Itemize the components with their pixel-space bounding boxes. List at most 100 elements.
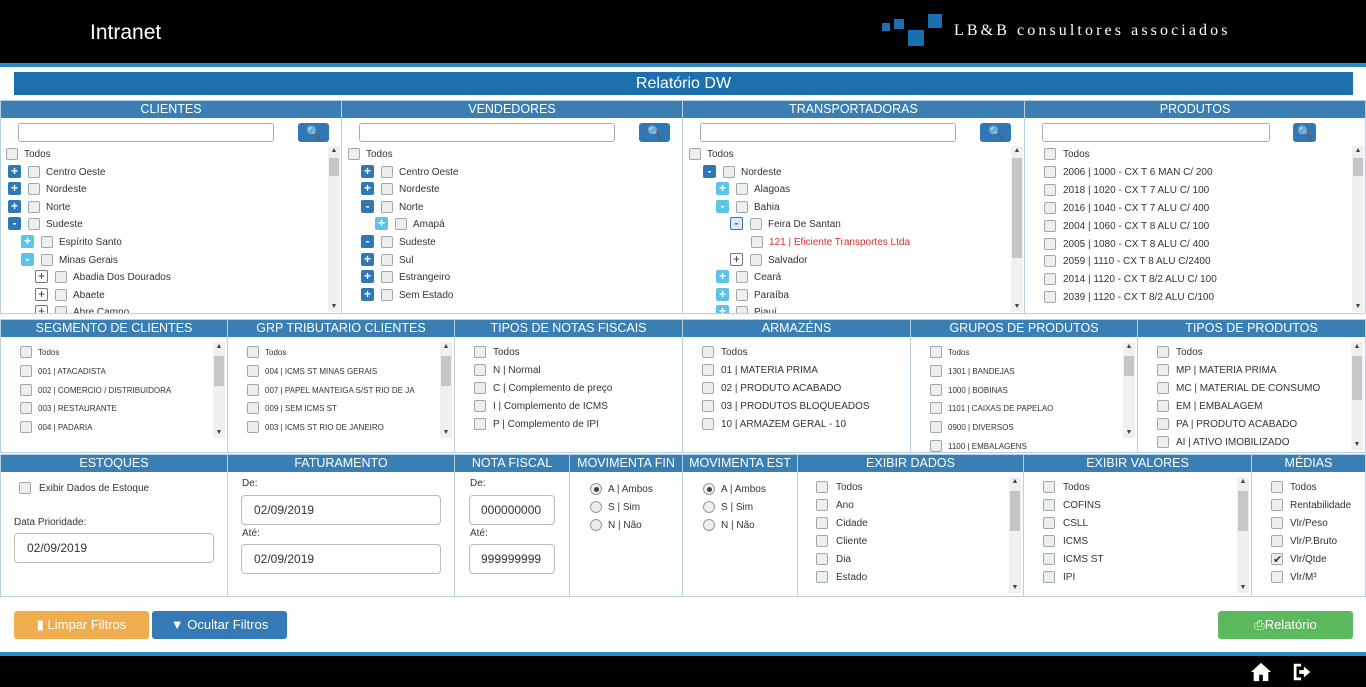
grp_tributario-list-item[interactable]: 007 | PAPEL MANTEIGA S/ST RIO DE JA [247, 382, 447, 400]
vendedores-tree-item[interactable]: + Estrangeiro [342, 269, 662, 287]
tipos_notas-checkbox[interactable] [474, 399, 486, 412]
movimenta_fin-radio-option[interactable]: S | Sim [590, 499, 680, 517]
armazens-checkbox[interactable] [702, 381, 714, 394]
medias-checkbox[interactable] [1271, 551, 1283, 569]
exibir_dados-list-item[interactable]: Cliente [816, 533, 1016, 551]
relatorio-button[interactable]: ⎙Relatório [1218, 611, 1353, 639]
exibir_valores-checkbox[interactable] [1043, 481, 1055, 493]
armazens-list-item[interactable]: 02 | PRODUTO ACABADO [702, 380, 902, 398]
produtos-list-item[interactable]: 2059 | 1110 - CX T 8 ALU C/2400 [1044, 253, 1244, 271]
expand-icon[interactable]: + [361, 164, 374, 178]
clientes-checkbox[interactable] [41, 253, 53, 266]
exibir_valores-checkbox[interactable] [1043, 534, 1055, 547]
faturamento-ate-input[interactable]: 02/09/2019 [241, 544, 441, 574]
grupos_produtos-checkbox[interactable] [930, 421, 942, 434]
grp_tributario-checkbox[interactable] [247, 421, 259, 434]
exibir_dados-checkbox[interactable] [816, 516, 828, 529]
movimenta_fin-radio-option[interactable]: A | Ambos [590, 481, 680, 499]
grupos_produtos-list-item[interactable]: 1101 | CAIXAS DE PAPELAO [930, 400, 1130, 418]
produtos-list-item[interactable]: 2005 | 1080 - CX T 8 ALU C/ 400 [1044, 236, 1244, 254]
expand-icon[interactable]: + [716, 305, 729, 313]
movimenta_fin-radio[interactable] [590, 483, 602, 495]
produtos-checkbox[interactable] [1044, 165, 1056, 178]
produtos-checkbox[interactable] [1044, 183, 1056, 196]
grp_tributario-list-item[interactable]: 004 | ICMS ST MINAS GERAIS [247, 363, 447, 381]
vendedores-search-input[interactable] [359, 123, 615, 142]
clientes-tree-item[interactable]: + Espírito Santo [1, 234, 321, 252]
medias-list-item[interactable]: Vlr/Qtde [1271, 551, 1365, 569]
transportadoras-checkbox[interactable] [736, 271, 748, 284]
clientes-tree-item[interactable]: + Abaete [1, 287, 321, 305]
tipos_produtos-checkbox[interactable] [1157, 346, 1169, 358]
movimenta_est-radio-option[interactable]: A | Ambos [703, 481, 793, 499]
clientes-checkbox[interactable] [55, 271, 67, 284]
exibir_dados-list-item[interactable]: Dia [816, 551, 1016, 569]
exibir_dados-checkbox[interactable] [816, 534, 828, 547]
clientes-tree-item[interactable]: + Abre Campo [1, 304, 321, 313]
clientes-tree-item[interactable]: + Abadia Dos Dourados [1, 269, 321, 287]
transportadoras-tree-item[interactable]: - Bahia [683, 199, 1003, 217]
vendedores-tree-item[interactable]: + Sul [342, 252, 662, 270]
grupos_produtos-checkbox[interactable] [930, 383, 942, 396]
armazens-checkbox[interactable] [702, 417, 714, 430]
expand-icon[interactable]: + [8, 164, 21, 178]
tipos_notas-list-item[interactable]: Todos [474, 344, 674, 362]
medias-list-item[interactable]: Vlr/Peso [1271, 515, 1365, 533]
clientes-checkbox[interactable] [55, 306, 67, 313]
clientes-search-input[interactable] [18, 123, 274, 142]
clientes-tree-item[interactable]: + Nordeste [1, 181, 321, 199]
grupos_produtos-list-item[interactable]: 1301 | BANDEJAS [930, 363, 1130, 381]
produtos-list-item[interactable]: 2006 | 1000 - CX T 6 MAN C/ 200 [1044, 164, 1244, 182]
tipos_produtos-list-item[interactable]: MP | MATERIA PRIMA [1157, 362, 1357, 380]
vendedores-checkbox[interactable] [381, 200, 393, 213]
vendedores-checkbox[interactable] [348, 148, 360, 160]
tipos_produtos-list-item[interactable]: PA | PRODUTO ACABADO [1157, 416, 1357, 434]
expand-icon[interactable]: + [35, 287, 48, 301]
medias-list-item[interactable]: Vlr/M³ [1271, 569, 1365, 587]
exibir_dados-list-item[interactable]: Estado [816, 569, 1016, 587]
movimenta_est-radio-option[interactable]: N | Não [703, 517, 793, 535]
movimenta_est-radio[interactable] [703, 483, 715, 495]
transportadoras-tree-item[interactable]: Todos [683, 146, 1003, 164]
grp_tributario-list-item[interactable]: 009 | SEM ICMS ST [247, 400, 447, 418]
transportadoras-checkbox[interactable] [736, 183, 748, 196]
segmento-checkbox[interactable] [20, 346, 32, 358]
movimenta_est-radio[interactable] [703, 501, 715, 513]
exibir-valores-scrollbar[interactable]: ▲ ▼ [1237, 477, 1249, 593]
exibir_valores-list-item[interactable]: COFINS [1043, 497, 1243, 515]
expand-icon[interactable]: + [8, 182, 21, 196]
transportadoras-checkbox[interactable] [736, 288, 748, 301]
armazens-list-item[interactable]: 03 | PRODUTOS BLOQUEADOS [702, 398, 902, 416]
expand-icon[interactable]: + [716, 270, 729, 284]
expand-icon[interactable]: + [716, 182, 729, 196]
exibir_valores-list-item[interactable]: ICMS ST [1043, 551, 1243, 569]
produtos-checkbox[interactable] [1044, 148, 1056, 160]
vendedores-checkbox[interactable] [381, 271, 393, 284]
collapse-icon[interactable]: - [716, 199, 729, 213]
nota-fiscal-de-input[interactable]: 000000000 [469, 495, 555, 525]
tipos_produtos-list-item[interactable]: MC | MATERIAL DE CONSUMO [1157, 380, 1357, 398]
nota-fiscal-ate-input[interactable]: 999999999 [469, 544, 555, 574]
segmento-list-item[interactable]: 001 | ATACADISTA [20, 363, 220, 381]
clientes-checkbox[interactable] [6, 148, 18, 160]
estoques-checkbox[interactable] [19, 482, 31, 494]
tipos_notas-list-item[interactable]: I | Complemento de ICMS [474, 398, 674, 416]
vendedores-search-button[interactable]: 🔍 [639, 123, 670, 142]
exibir_valores-checkbox[interactable] [1043, 570, 1055, 583]
clientes-checkbox[interactable] [41, 236, 53, 248]
expand-icon[interactable]: + [716, 287, 729, 301]
clientes-search-button[interactable]: 🔍 [298, 123, 329, 142]
movimenta_est-radio[interactable] [703, 519, 715, 531]
grupos_produtos-checkbox[interactable] [930, 440, 942, 452]
grp_tributario-checkbox[interactable] [247, 364, 259, 377]
segmento-checkbox[interactable] [20, 421, 32, 434]
produtos-checkbox[interactable] [1044, 237, 1056, 250]
transportadoras-checkbox[interactable] [750, 218, 762, 231]
produtos-list-item[interactable]: 2014 | 1120 - CX T 8/2 ALU C/ 100 [1044, 271, 1244, 289]
segmento-checkbox[interactable] [20, 364, 32, 377]
grp_tributario-list-item[interactable]: Todos [247, 344, 447, 362]
produtos-checkbox[interactable] [1044, 273, 1056, 286]
clientes-tree-item[interactable]: + Norte [1, 199, 321, 217]
clientes-checkbox[interactable] [28, 218, 40, 231]
segmento-list-item[interactable]: Todos [20, 344, 220, 362]
